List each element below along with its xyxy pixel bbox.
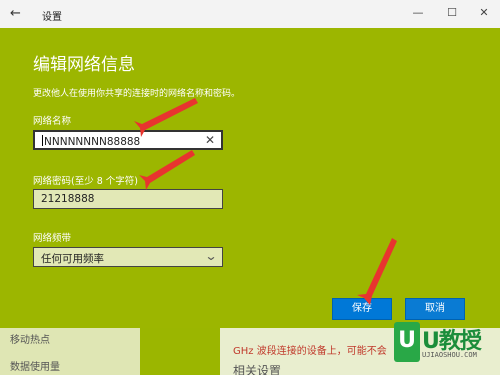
minimize-icon[interactable]: —	[408, 4, 428, 22]
logo-mark: U	[394, 322, 420, 362]
related-settings-heading: 相关设置	[233, 364, 282, 375]
watermark-logo: U U教授 UJIAOSHOU.COM	[394, 322, 500, 375]
network-band-select[interactable]: 任何可用频率 ⌄	[33, 247, 223, 267]
network-name-label: 网络名称	[33, 116, 72, 127]
network-band-label: 网络频带	[33, 233, 72, 244]
logo-url: UJIAOSHOU.COM	[422, 351, 477, 359]
network-name-input[interactable]: NNNNNNNN88888 ✕	[33, 130, 223, 150]
save-button[interactable]: 保存	[332, 298, 392, 320]
back-arrow-icon[interactable]: ←	[10, 6, 21, 21]
network-band-value: 任何可用频率	[41, 253, 104, 265]
text-cursor	[42, 135, 43, 146]
dialog-title: 编辑网络信息	[33, 55, 135, 75]
network-password-input[interactable]: 21218888	[33, 189, 223, 209]
window-titlebar: ← 设置 — ☐ ✕	[0, 0, 500, 28]
sidebar-item-hotspot[interactable]: 移动热点	[10, 331, 50, 346]
dialog-subtitle: 更改他人在使用你共享的连接时的网络名称和密码。	[33, 89, 241, 99]
cancel-button[interactable]: 取消	[405, 298, 465, 320]
edit-network-dialog: 编辑网络信息 更改他人在使用你共享的连接时的网络名称和密码。 网络名称 NNNN…	[0, 28, 500, 328]
network-password-value: 21218888	[41, 193, 95, 205]
chevron-down-icon: ⌄	[204, 249, 218, 263]
window-title: 设置	[42, 12, 62, 23]
close-icon[interactable]: ✕	[474, 4, 494, 22]
network-name-value: NNNNNNNN88888	[44, 136, 141, 148]
notice-text: GHz 波段连接的设备上，可能不会	[233, 346, 387, 357]
sidebar-item-data-usage[interactable]: 数据使用量	[10, 358, 60, 373]
network-password-label: 网络密码(至少 8 个字符)	[33, 176, 138, 187]
maximize-icon[interactable]: ☐	[442, 4, 462, 22]
clear-icon[interactable]: ✕	[205, 133, 215, 147]
